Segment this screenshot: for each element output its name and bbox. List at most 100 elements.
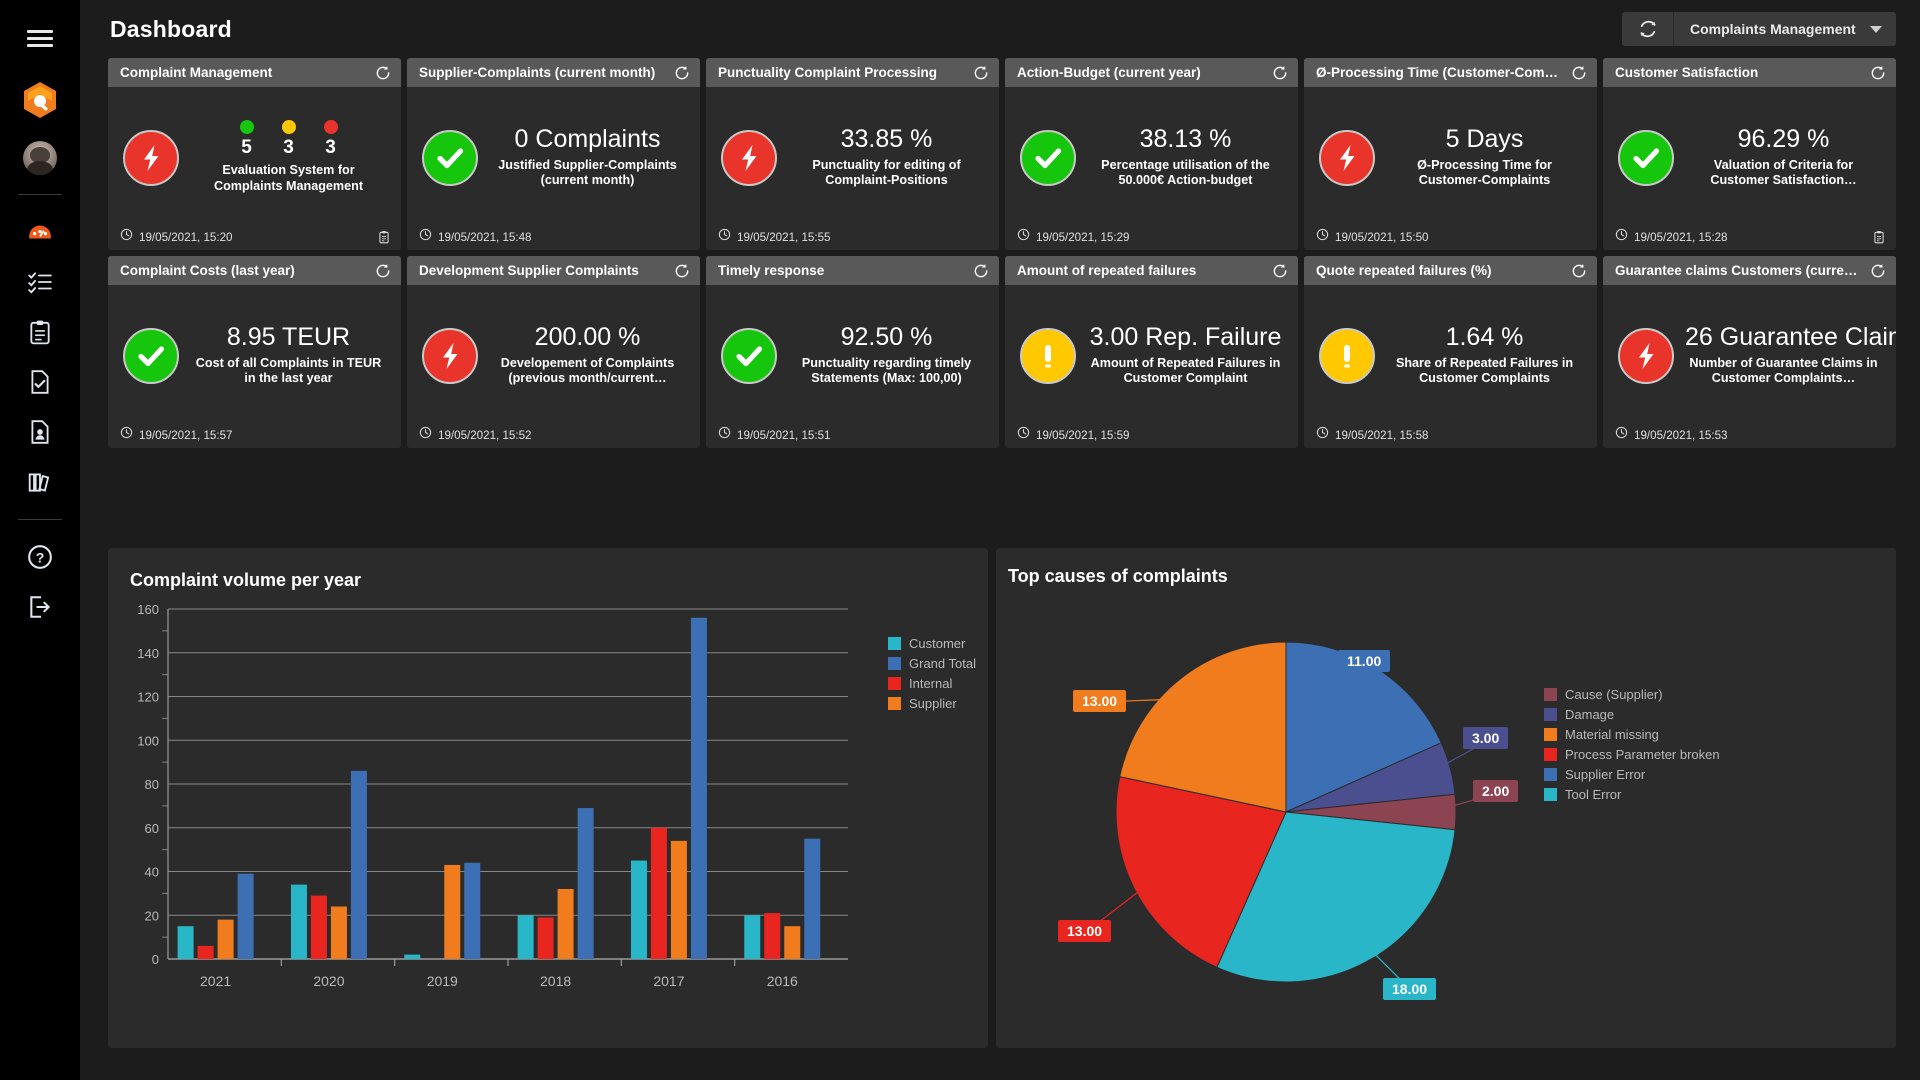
sidebar-item-help[interactable]: ? [12, 532, 68, 582]
sidebar-item-document-check[interactable] [12, 357, 68, 407]
app-logo[interactable] [12, 76, 68, 124]
kpi-note-button[interactable] [1872, 229, 1886, 245]
kpi-timestamp: 19/05/2021, 15:58 [1335, 428, 1429, 442]
legend-item[interactable]: Supplier [888, 696, 976, 711]
traffic-light-count: 3 [283, 137, 294, 159]
kpi-refresh-button[interactable] [674, 263, 690, 279]
kpi-card[interactable]: Customer Satisfaction 96.29 % Valuation of… [1603, 58, 1896, 250]
kpi-card[interactable]: Punctuality Complaint Processing 33.85 % P… [706, 58, 999, 250]
kpi-refresh-button[interactable] [1571, 65, 1587, 81]
clock-icon [1615, 228, 1628, 241]
kpi-status-icon [122, 327, 180, 384]
legend-item[interactable]: Internal [888, 676, 976, 691]
sidebar-item-tasks[interactable] [12, 257, 68, 307]
kpi-card[interactable]: Development Supplier Complaints 200.00 % D… [407, 256, 700, 448]
kpi-note-button[interactable] [377, 229, 391, 245]
kpi-title: Ø-Processing Time (Customer-Complain… [1316, 65, 1565, 80]
kpi-card[interactable]: Complaint Costs (last year) 8.95 TEUR Cost… [108, 256, 401, 448]
kpi-card[interactable]: Action-Budget (current year) 38.13 % Perce… [1005, 58, 1298, 250]
kpi-card[interactable]: Guarantee claims Customers (current ye… 2… [1603, 256, 1896, 448]
status-badge-red [422, 327, 478, 384]
kpi-refresh-button[interactable] [973, 65, 989, 81]
sidebar-item-library[interactable] [12, 457, 68, 507]
pie-data-label: 13.00 [1058, 920, 1112, 942]
legend-item[interactable]: Grand Total [888, 656, 976, 671]
bar-chart-title: Complaint volume per year [130, 570, 362, 590]
pie-data-label: 2.00 [1473, 780, 1519, 802]
kpi-row: Complaint Management 5 3 3 Evaluation System… [108, 58, 1896, 250]
svg-text:2017: 2017 [653, 973, 684, 989]
legend-item[interactable]: Tool Error [1544, 787, 1720, 802]
kpi-refresh-button[interactable] [674, 65, 690, 81]
sidebar-item-dashboard[interactable] [12, 207, 68, 257]
sidebar-item-clipboard[interactable] [12, 307, 68, 357]
clock-icon-wrap [718, 426, 731, 444]
kpi-body: 92.50 % Punctuality regarding timely Stat… [706, 285, 999, 422]
kpi-value: 92.50 % [840, 323, 933, 352]
sidebar-divider-top [18, 194, 62, 195]
kpi-description: Punctuality for editing of Complaint-Pos… [812, 157, 961, 188]
kpi-refresh-button[interactable] [973, 263, 989, 279]
check-icon [1035, 147, 1062, 168]
svg-text:2018: 2018 [540, 973, 571, 989]
legend-item[interactable]: Cause (Supplier) [1544, 687, 1720, 702]
topbar-controls: Complaints Management [1622, 12, 1896, 46]
kpi-body: 96.29 % Valuation of Criteria for Custome… [1603, 87, 1896, 224]
pie-chart-legend: Cause (Supplier) Damage Material missing Pr… [1544, 687, 1720, 807]
traffic-light-green: 5 [239, 120, 254, 159]
avatar[interactable] [12, 134, 68, 182]
sidebar-item-document-user[interactable] [12, 407, 68, 457]
legend-swatch [888, 637, 901, 650]
status-badge-red [1319, 129, 1375, 186]
sidebar-item-logout[interactable] [12, 582, 68, 632]
note-icon [379, 231, 389, 244]
kpi-header: Punctuality Complaint Processing [706, 58, 999, 87]
kpi-refresh-button[interactable] [1870, 65, 1886, 81]
sidebar: ? [0, 0, 80, 1080]
kpi-value: 8.95 TEUR [226, 323, 351, 352]
clock-icon [120, 228, 133, 241]
kpi-header: Development Supplier Complaints [407, 256, 700, 285]
kpi-value: 0 Complaints [514, 125, 661, 154]
legend-item[interactable]: Material missing [1544, 727, 1720, 742]
dashboard-select[interactable]: Complaints Management [1674, 12, 1896, 46]
legend-item[interactable]: Customer [888, 636, 976, 651]
kpi-card[interactable]: Ø-Processing Time (Customer-Complain… 5 D… [1304, 58, 1597, 250]
kpi-card[interactable]: Quote repeated failures (%) 1.64 % Share o… [1304, 256, 1597, 448]
legend-swatch [888, 657, 901, 670]
pie-chart-title: Top causes of complaints [1008, 566, 1228, 586]
svg-text:2020: 2020 [313, 973, 344, 989]
kpi-refresh-button[interactable] [1272, 65, 1288, 81]
refresh-dashboard-button[interactable] [1622, 12, 1674, 46]
legend-item[interactable]: Damage [1544, 707, 1720, 722]
pie-data-label: 3.00 [1463, 727, 1509, 749]
document-user-icon [31, 420, 49, 444]
svg-text:0: 0 [152, 952, 159, 967]
hamburger-menu-button[interactable] [12, 14, 68, 62]
kpi-card[interactable]: Amount of repeated failures 3.00 Rep. Fai… [1005, 256, 1298, 448]
kpi-value: 33.85 % [840, 125, 933, 154]
kpi-refresh-button[interactable] [375, 263, 391, 279]
kpi-status-icon [1318, 327, 1376, 384]
clock-icon [419, 426, 432, 439]
refresh-icon [675, 65, 689, 79]
legend-label: Supplier Error [1565, 767, 1646, 782]
bar-chart-legend: Customer Grand Total Internal Supplier [888, 636, 976, 716]
exclamation-icon [1344, 344, 1350, 367]
bar-chart-area: 0 20 40 60 80 100 120 140 160 2021 2020 2019 2018 201… [108, 591, 988, 1026]
legend-item[interactable]: Process Parameter broken [1544, 747, 1720, 762]
legend-label: Material missing [1565, 727, 1659, 742]
legend-item[interactable]: Supplier Error [1544, 767, 1720, 782]
refresh-icon [1871, 65, 1885, 79]
kpi-description: Developement of Complaints (previous mon… [500, 355, 675, 386]
kpi-refresh-button[interactable] [1571, 263, 1587, 279]
kpi-status-icon [1019, 327, 1077, 384]
kpi-card[interactable]: Timely response 92.50 % Punctuality regard… [706, 256, 999, 448]
kpi-refresh-button[interactable] [1272, 263, 1288, 279]
kpi-title: Customer Satisfaction [1615, 65, 1759, 80]
kpi-refresh-button[interactable] [1870, 263, 1886, 279]
clock-icon [1615, 426, 1628, 439]
kpi-card[interactable]: Complaint Management 5 3 3 Evaluation System… [108, 58, 401, 250]
kpi-card[interactable]: Supplier-Complaints (current month) 0 Com… [407, 58, 700, 250]
kpi-refresh-button[interactable] [375, 65, 391, 81]
